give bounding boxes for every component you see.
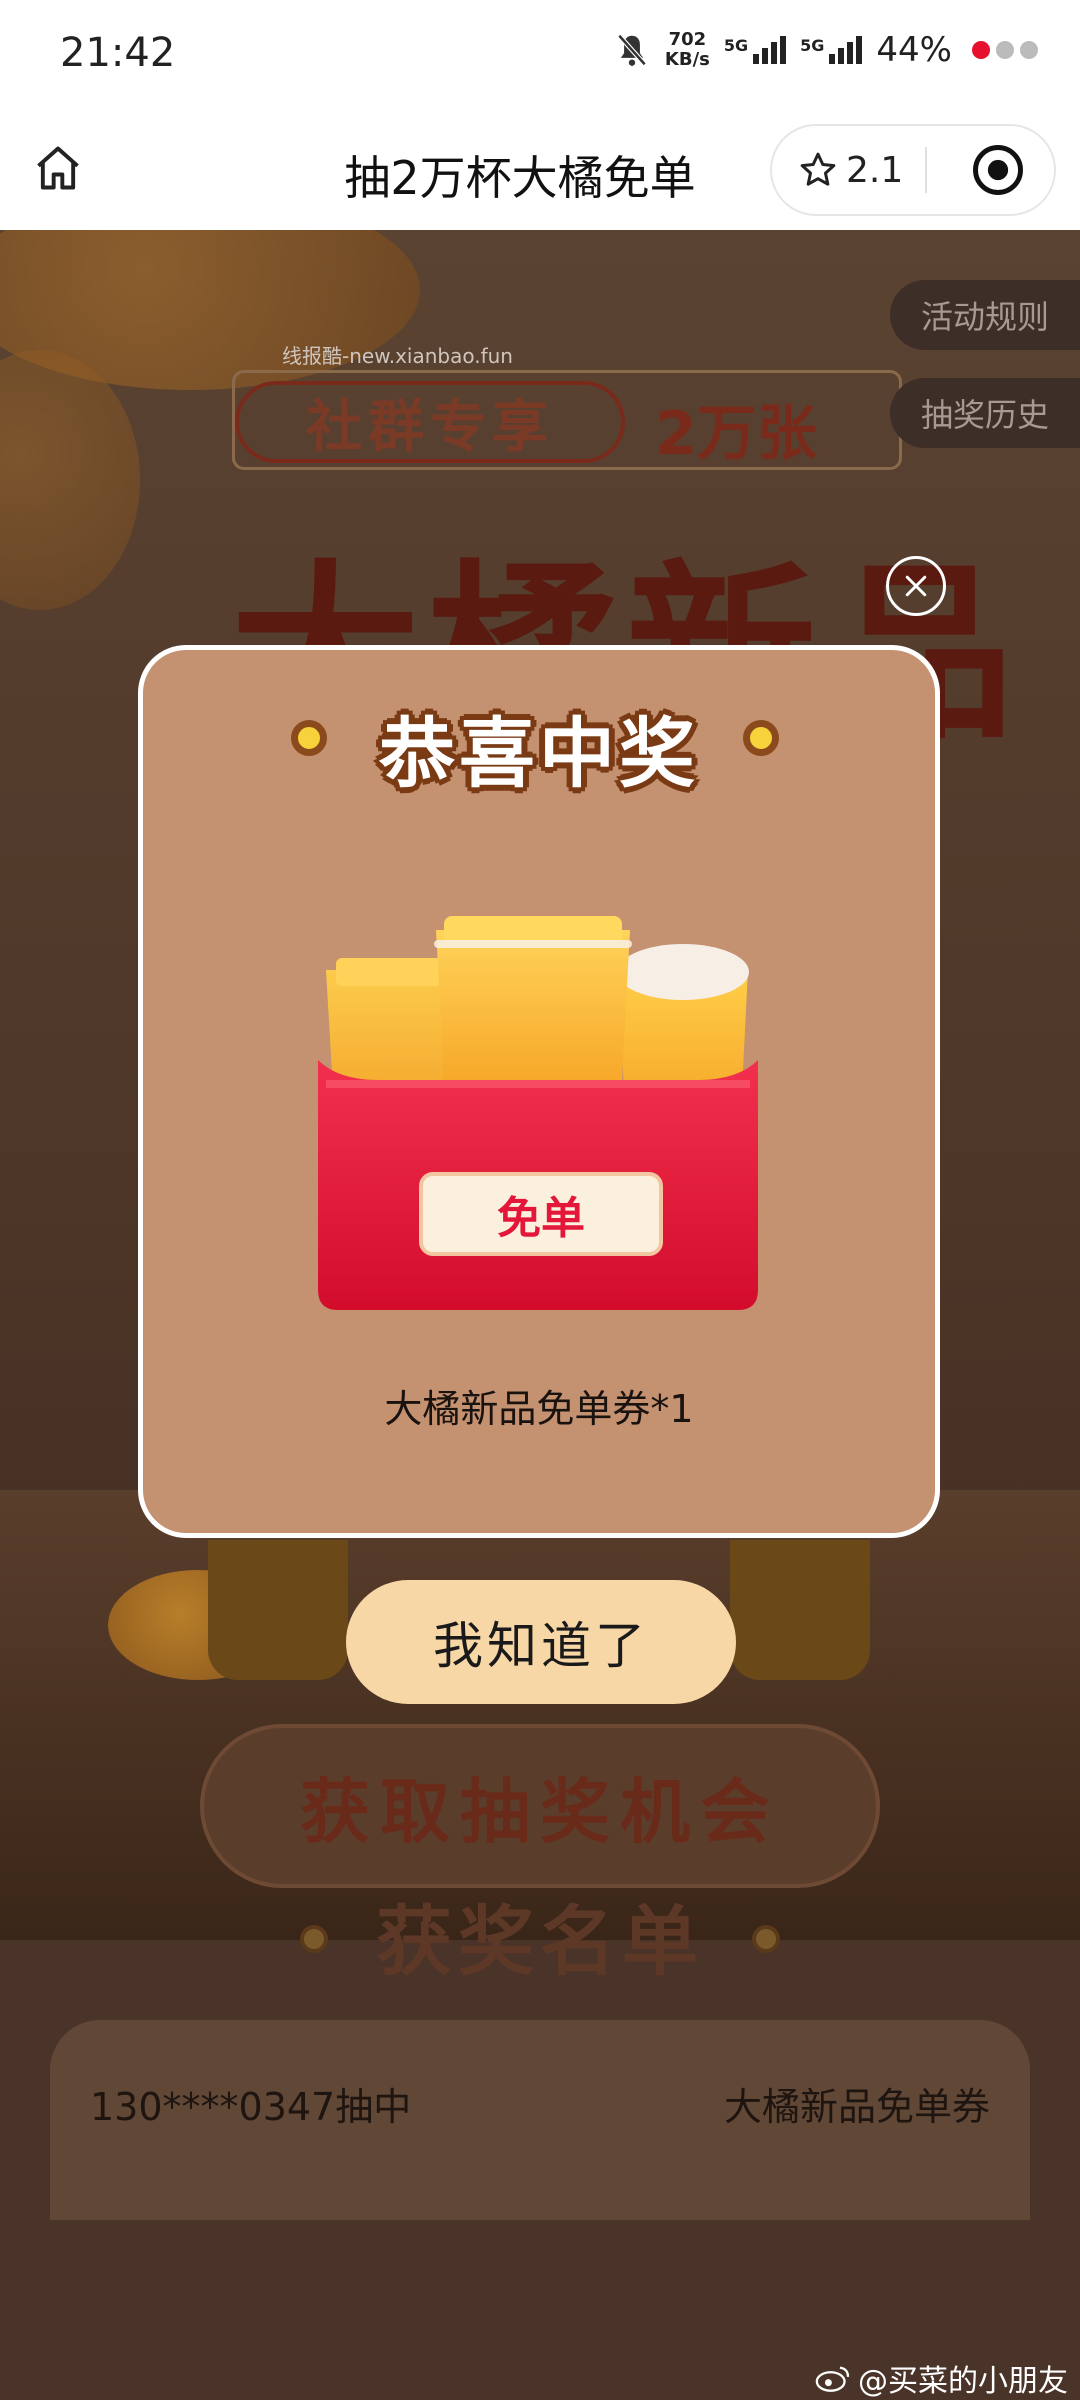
close-miniprogram-icon[interactable] <box>971 143 1025 197</box>
signal-icon: 5G <box>800 36 863 64</box>
drink-cup-image <box>208 1540 348 1680</box>
star-icon[interactable] <box>798 150 838 190</box>
status-bar: 21:42 702 KB/s 5G 5G 44% <box>0 0 1080 110</box>
prize-name: 大橘新品免单券*1 <box>384 1387 694 1431</box>
mini-program-nav: 抽2万杯大橘免单 2.1 <box>0 110 1080 230</box>
close-icon <box>905 575 927 597</box>
banner-count: 2万张 <box>655 399 817 469</box>
list-item: 130****0347抽中 大橘新品免单券 <box>90 2076 990 2131</box>
decor-dot <box>752 1925 780 1953</box>
winner-user: 130****0347抽中 <box>90 2085 412 2129</box>
capsule-divider <box>925 147 928 193</box>
get-chance-button[interactable]: 获取抽奖机会 <box>200 1724 880 1888</box>
window-dots-icon <box>972 41 1038 59</box>
modal-title: 恭喜中奖 <box>379 709 699 798</box>
watermark-text: 线报酷-new.xianbao.fun <box>282 344 513 368</box>
decor-dot <box>743 720 779 756</box>
status-time: 21:42 <box>60 30 176 76</box>
rules-button[interactable]: 活动规则 <box>890 280 1080 350</box>
battery-level: 44% <box>876 30 952 70</box>
confirm-button[interactable]: 我知道了 <box>346 1580 736 1704</box>
mute-bell-icon <box>617 34 647 66</box>
capsule-menu: 2.1 <box>770 124 1056 216</box>
network-speed: 702 KB/s <box>664 29 710 70</box>
close-modal-button[interactable] <box>886 556 946 616</box>
star-count: 2.1 <box>846 149 904 191</box>
prize-badge: 免单 <box>419 1172 663 1256</box>
winner-prize: 大橘新品免单券 <box>723 2085 990 2129</box>
signal-icon: 5G <box>724 36 787 64</box>
prize-modal: 恭喜中奖 免单 大橘新品免单券*1 <box>138 645 940 1538</box>
draw-history-button[interactable]: 抽奖历史 <box>890 378 1080 448</box>
footer-watermark: @买菜的小朋友 <box>814 2356 1068 2400</box>
weibo-icon <box>815 2366 850 2392</box>
status-icons: 702 KB/s 5G 5G 44% <box>613 30 1038 70</box>
promo-banner: 社群专享 2万张 <box>232 370 902 470</box>
winners-title: 获奖名单 <box>376 1897 704 1986</box>
banner-tag: 社群专享 <box>235 381 625 463</box>
drink-cup-image <box>730 1540 870 1680</box>
orange-slice-image <box>0 350 140 610</box>
